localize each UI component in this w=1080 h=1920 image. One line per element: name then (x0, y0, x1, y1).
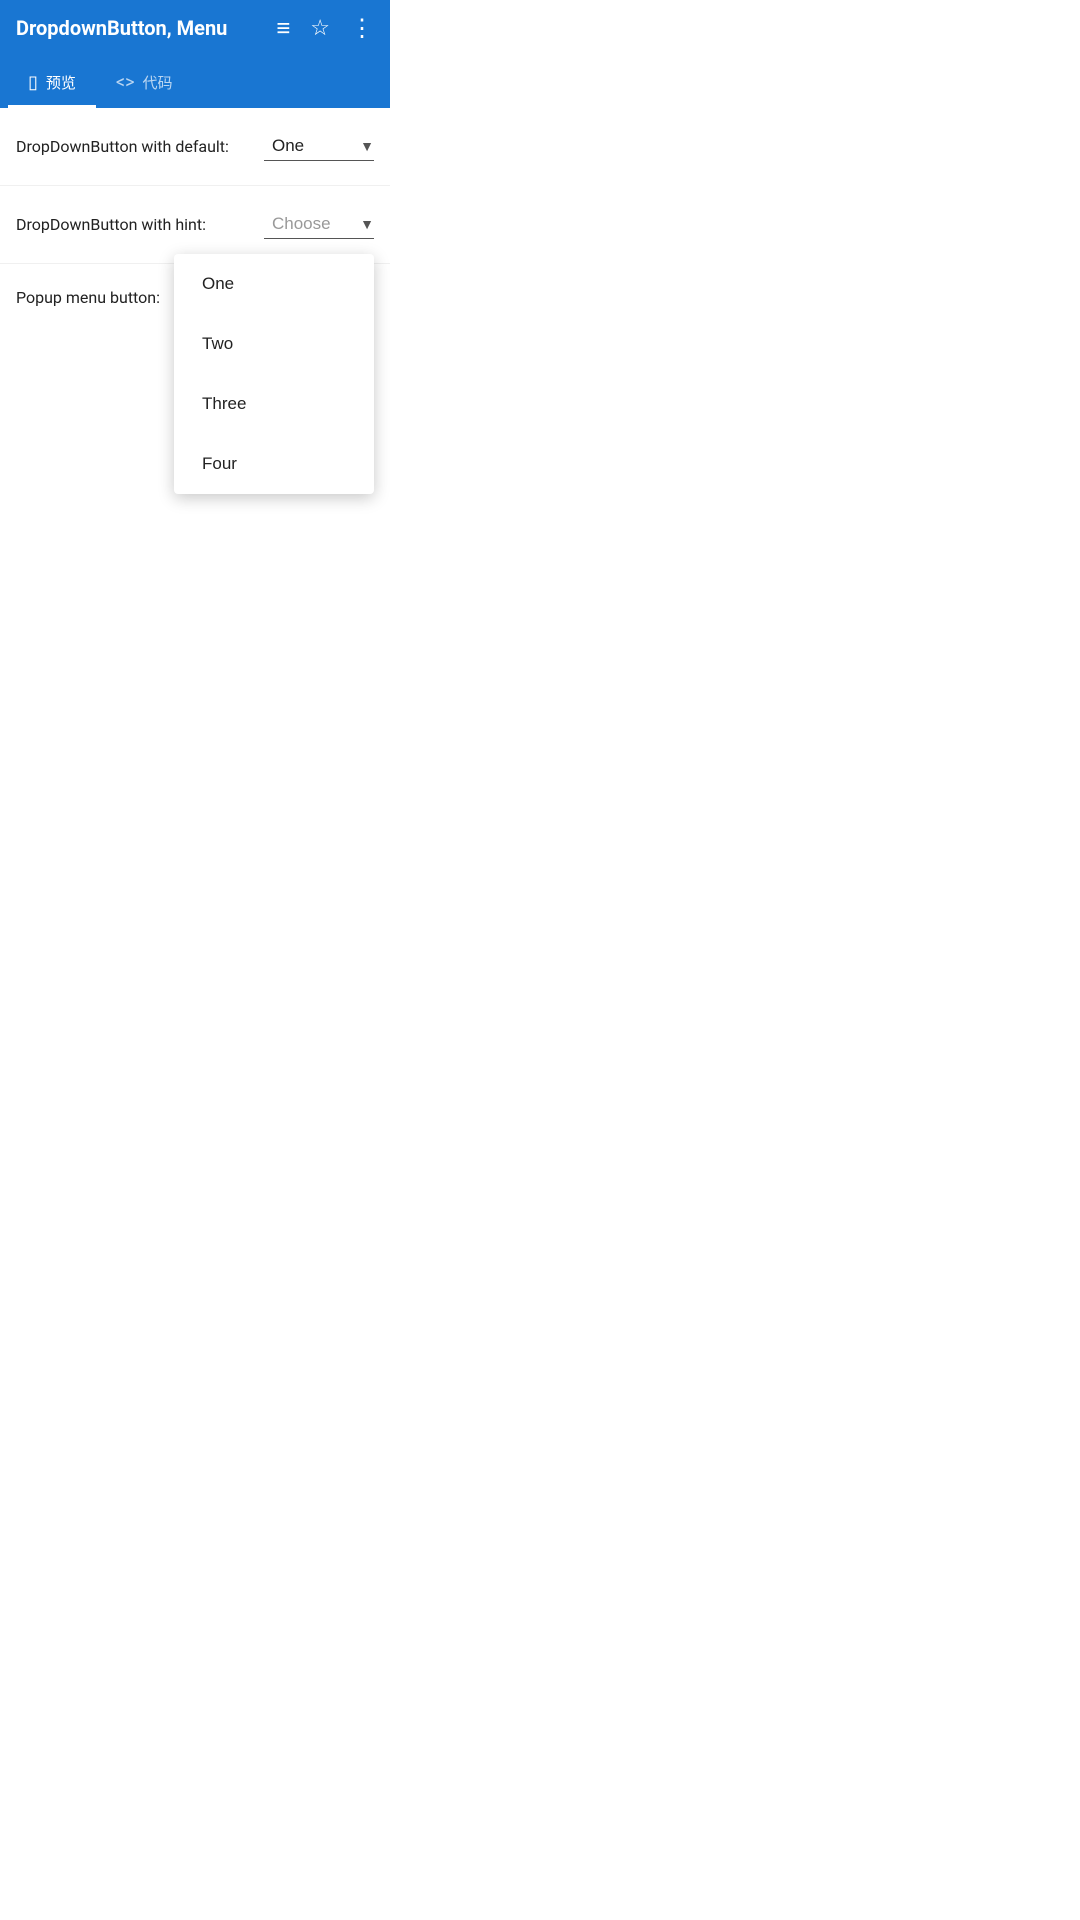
menu-item-four[interactable]: Four (174, 434, 374, 494)
dropdown-default-button[interactable]: One ▼ (264, 132, 374, 161)
tab-code-label: 代码 (142, 72, 172, 93)
more-vert-icon[interactable] (350, 14, 374, 42)
code-icon: <> (116, 72, 135, 93)
dropdown-hint-button[interactable]: Choose ▼ (264, 210, 374, 239)
dropdown-default-arrow: ▼ (360, 138, 374, 154)
dropdown-default-value: One (272, 136, 304, 156)
menu-item-one[interactable]: One (174, 254, 374, 314)
app-bar-title: DropdownButton, Menu (16, 16, 276, 40)
row-default-label: DropDownButton with default: (16, 137, 229, 156)
dropdown-hint-value: Choose (272, 214, 331, 234)
app-bar: DropdownButton, Menu (0, 0, 390, 56)
dropdown-hint-arrow: ▼ (360, 216, 374, 232)
row-default: DropDownButton with default: One ▼ (0, 108, 390, 186)
tab-code[interactable]: <> 代码 (96, 60, 193, 108)
menu-icon[interactable] (276, 14, 290, 43)
menu-item-three[interactable]: Three (174, 374, 374, 434)
tab-preview-label: 预览 (46, 72, 76, 93)
app-bar-actions (276, 14, 374, 43)
dropdown-hint-menu: One Two Three Four (174, 254, 374, 494)
content-area: DropDownButton with default: One ▼ DropD… (0, 108, 390, 331)
row-hint: DropDownButton with hint: Choose ▼ One T… (0, 186, 390, 264)
row-hint-label: DropDownButton with hint: (16, 215, 206, 234)
tab-preview[interactable]: ▯ 预览 (8, 60, 96, 108)
star-icon[interactable] (310, 16, 330, 41)
tablet-icon: ▯ (28, 72, 38, 93)
tab-bar: ▯ 预览 <> 代码 (0, 56, 390, 108)
dropdown-hint-container: Choose ▼ One Two Three Four (264, 210, 374, 239)
row-popup-label: Popup menu button: (16, 288, 160, 307)
menu-item-two[interactable]: Two (174, 314, 374, 374)
dropdown-default-container: One ▼ (264, 132, 374, 161)
